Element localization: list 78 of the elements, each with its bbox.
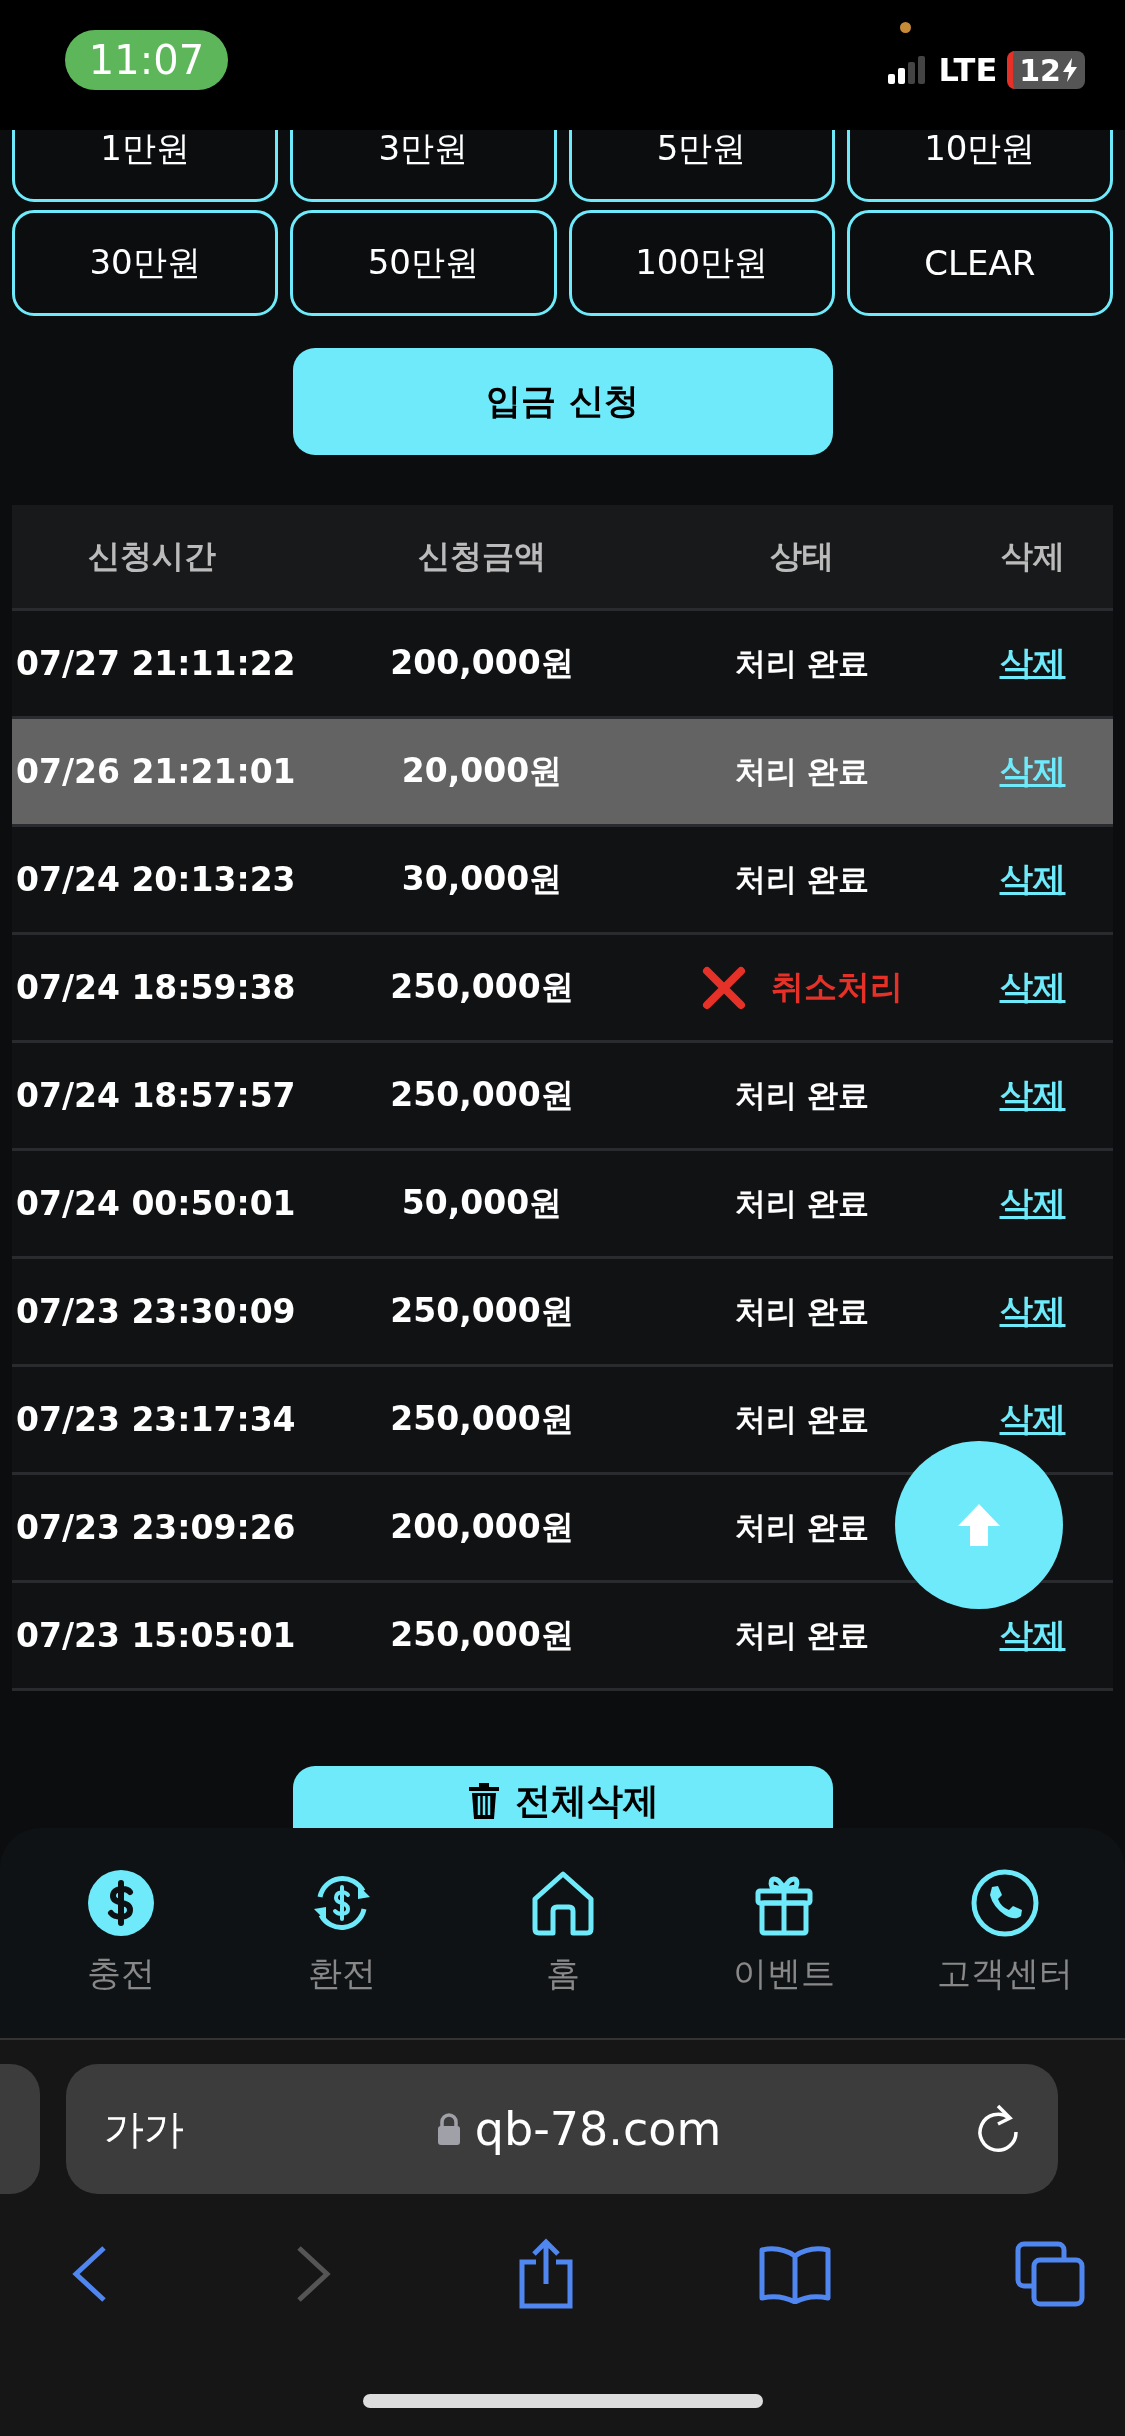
- table-row[interactable]: 07/24 00:50:01 50,000원 처리 완료 삭제: [12, 1151, 1113, 1259]
- amount-cell-text: 250,000원: [389, 1074, 575, 1116]
- indicator-dot: [900, 22, 911, 33]
- status-cell-text: 처리 완료: [734, 1399, 870, 1439]
- amount-cell-text: 250,000원: [389, 966, 575, 1008]
- nav-item[interactable]: 고객센터: [904, 1868, 1105, 1998]
- delete-link[interactable]: 삭제: [999, 857, 1066, 902]
- status-cell-text: 처리 완료: [734, 751, 870, 791]
- request-time-cell-text: 07/23 23:09:26: [15, 1508, 297, 1547]
- amount-cell-text: 30,000원: [400, 858, 564, 900]
- status-cell-text: 처리 완료: [734, 859, 870, 899]
- delete-link[interactable]: 삭제: [999, 1181, 1066, 1226]
- amount-button[interactable]: 100만원: [568, 210, 835, 316]
- request-time-cell-text: 07/23 23:17:34: [15, 1400, 297, 1439]
- nav-item[interactable]: 홈: [462, 1868, 663, 1998]
- column-header: 신청금액: [417, 535, 547, 577]
- amount-cell-text: 200,000원: [389, 642, 575, 684]
- amount-cell-text: 250,000원: [389, 1290, 575, 1332]
- amount-button[interactable]: CLEAR: [846, 210, 1113, 316]
- nav-item[interactable]: 환전: [241, 1868, 442, 1998]
- amount-button[interactable]: 30만원: [12, 210, 279, 316]
- status-cell-text: 처리 완료: [734, 1615, 870, 1655]
- phone-icon: [970, 1869, 1039, 1937]
- table-row[interactable]: 07/23 23:30:09 250,000원 처리 완료 삭제: [12, 1259, 1113, 1367]
- amount-cell-text: 250,000원: [389, 1398, 575, 1440]
- column-header: 상태: [769, 535, 835, 577]
- book-icon[interactable]: [758, 2244, 833, 2304]
- amount-button[interactable]: 50만원: [290, 210, 557, 316]
- request-time-cell-text: 07/23 23:30:09: [15, 1292, 297, 1331]
- status-cell-text: 처리 완료: [734, 1507, 870, 1547]
- delete-link[interactable]: 삭제: [999, 965, 1066, 1010]
- deposit-request-button[interactable]: 입금 신청: [292, 348, 833, 455]
- trash-icon: [466, 1783, 501, 1819]
- lock-icon: [436, 2112, 461, 2146]
- request-time-cell-text: 07/24 18:59:38: [15, 968, 297, 1007]
- amount-button[interactable]: 3만원: [290, 130, 557, 202]
- column-header: 삭제: [999, 535, 1066, 577]
- table-row[interactable]: 07/24 18:59:38 250,000원 취소처리 삭제: [12, 935, 1113, 1043]
- cross-icon: [701, 964, 747, 1011]
- delete-link[interactable]: 삭제: [999, 1289, 1066, 1334]
- status-cell-text: 처리 완료: [734, 1075, 870, 1115]
- table-row[interactable]: 07/24 20:13:23 30,000원 처리 완료 삭제: [12, 827, 1113, 935]
- amount-button[interactable]: 10만원: [846, 130, 1113, 202]
- text-size-button[interactable]: 가가: [104, 2101, 184, 2157]
- request-time-cell-text: 07/24 20:13:23: [15, 860, 297, 899]
- column-header: 신청시간: [87, 535, 217, 577]
- delete-link[interactable]: 삭제: [999, 1397, 1066, 1442]
- status-cell-text: 처리 완료: [734, 643, 870, 683]
- delete-link[interactable]: 삭제: [999, 1073, 1066, 1118]
- delete-all-button[interactable]: 전체삭제: [292, 1766, 833, 1828]
- amount-button[interactable]: 5만원: [568, 130, 835, 202]
- url-text: qb-78.com: [474, 2102, 722, 2156]
- tabs-icon[interactable]: [1015, 2241, 1085, 2307]
- amount-cell-text: 50,000원: [400, 1182, 564, 1224]
- amount-cell-text: 250,000원: [389, 1614, 575, 1656]
- battery-indicator: 12: [1007, 51, 1085, 89]
- nav-item[interactable]: 충전: [20, 1868, 221, 1998]
- request-time-cell-text: 07/26 21:21:01: [15, 752, 297, 791]
- delete-link[interactable]: 삭제: [999, 749, 1066, 794]
- request-time-cell-text: 07/27 21:11:22: [15, 644, 297, 683]
- dollar-icon: [86, 1869, 155, 1937]
- amount-cell-text: 200,000원: [389, 1506, 575, 1548]
- status-cell-text: 취소처리: [771, 966, 903, 1008]
- nav-item[interactable]: 이벤트: [683, 1868, 884, 1998]
- delete-link[interactable]: 삭제: [999, 1613, 1066, 1658]
- amount-button[interactable]: 1만원: [12, 130, 279, 202]
- request-time-cell-text: 07/24 18:57:57: [15, 1076, 297, 1115]
- status-cell-text: 처리 완료: [734, 1291, 870, 1331]
- table-row[interactable]: 07/26 21:21:01 20,000원 처리 완료 삭제: [12, 719, 1113, 827]
- network-label: LTE: [938, 51, 998, 89]
- address-bar[interactable]: 가가 qb-78.com: [66, 2064, 1058, 2194]
- request-time-cell-text: 07/23 15:05:01: [15, 1616, 297, 1655]
- status-cell-text: 처리 완료: [734, 1183, 870, 1223]
- amount-cell-text: 20,000원: [400, 750, 564, 792]
- table-row[interactable]: 07/24 18:57:57 250,000원 처리 완료 삭제: [12, 1043, 1113, 1151]
- delete-link[interactable]: 삭제: [999, 641, 1066, 686]
- request-time-cell-text: 07/24 00:50:01: [15, 1184, 297, 1223]
- status-time: 11:07: [65, 30, 228, 90]
